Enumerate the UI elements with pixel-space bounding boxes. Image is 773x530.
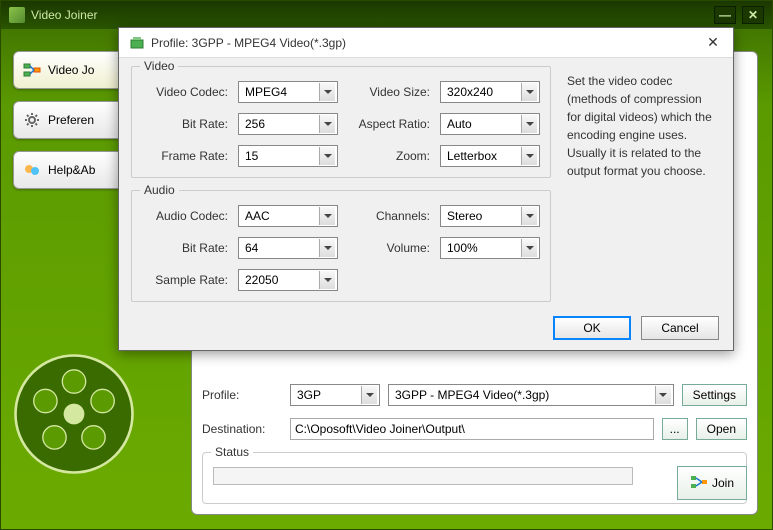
frame-rate-select[interactable]: 15 bbox=[238, 145, 338, 167]
settings-button[interactable]: Settings bbox=[682, 384, 747, 406]
cancel-button[interactable]: Cancel bbox=[641, 316, 719, 340]
audio-bitrate-select[interactable]: 64 bbox=[238, 237, 338, 259]
sidebar-item-label: Video Jo bbox=[48, 63, 94, 77]
join-icon bbox=[690, 474, 708, 493]
profile-label: Profile: bbox=[202, 388, 282, 402]
destination-input[interactable] bbox=[290, 418, 654, 440]
aspect-ratio-select[interactable]: Auto bbox=[440, 113, 540, 135]
dialog-title: Profile: 3GPP - MPEG4 Video(*.3gp) bbox=[151, 36, 346, 50]
help-text: Set the video codec (methods of compress… bbox=[563, 66, 721, 314]
app-icon bbox=[9, 7, 25, 23]
destination-label: Destination: bbox=[202, 422, 282, 436]
chevron-down-icon bbox=[319, 207, 335, 225]
video-size-label: Video Size: bbox=[344, 85, 434, 99]
chevron-down-icon bbox=[319, 83, 335, 101]
status-group: Status bbox=[202, 452, 747, 504]
aspect-ratio-label: Aspect Ratio: bbox=[344, 117, 434, 131]
audio-codec-select[interactable]: AAC bbox=[238, 205, 338, 227]
status-label: Status bbox=[211, 445, 253, 459]
profile-detail-select[interactable]: 3GPP - MPEG4 Video(*.3gp) bbox=[388, 384, 674, 406]
sidebar-item-help[interactable]: Help&Ab bbox=[13, 151, 133, 189]
browse-button[interactable]: ... bbox=[662, 418, 688, 440]
chevron-down-icon bbox=[319, 271, 335, 289]
video-joiner-icon bbox=[22, 60, 42, 80]
video-bitrate-label: Bit Rate: bbox=[142, 117, 232, 131]
open-button[interactable]: Open bbox=[696, 418, 747, 440]
join-button[interactable]: Join bbox=[677, 466, 747, 500]
sidebar-item-preferences[interactable]: Preferen bbox=[13, 101, 133, 139]
chevron-down-icon bbox=[521, 83, 537, 101]
volume-label: Volume: bbox=[344, 241, 434, 255]
video-group-title: Video bbox=[140, 59, 178, 73]
zoom-label: Zoom: bbox=[344, 149, 434, 163]
sample-rate-select[interactable]: 22050 bbox=[238, 269, 338, 291]
ok-button[interactable]: OK bbox=[553, 316, 631, 340]
volume-select[interactable]: 100% bbox=[440, 237, 540, 259]
main-window: Video Joiner — ✕ Video Jo Preferen Help&… bbox=[0, 0, 773, 530]
video-codec-label: Video Codec: bbox=[142, 85, 232, 99]
chevron-down-icon bbox=[319, 147, 335, 165]
chevron-down-icon bbox=[521, 147, 537, 165]
video-size-select[interactable]: 320x240 bbox=[440, 81, 540, 103]
video-bitrate-select[interactable]: 256 bbox=[238, 113, 338, 135]
zoom-select[interactable]: Letterbox bbox=[440, 145, 540, 167]
chevron-down-icon bbox=[521, 115, 537, 133]
app-title: Video Joiner bbox=[31, 8, 98, 22]
close-button[interactable]: ✕ bbox=[742, 6, 764, 24]
audio-group: Audio Audio Codec: AAC Channels: Stereo … bbox=[131, 190, 551, 302]
titlebar: Video Joiner — ✕ bbox=[1, 1, 772, 29]
video-codec-select[interactable]: MPEG4 bbox=[238, 81, 338, 103]
channels-select[interactable]: Stereo bbox=[440, 205, 540, 227]
sample-rate-label: Sample Rate: bbox=[142, 273, 232, 287]
frame-rate-label: Frame Rate: bbox=[142, 149, 232, 163]
audio-group-title: Audio bbox=[140, 183, 179, 197]
film-reel-decoration bbox=[9, 349, 139, 479]
video-group: Video Video Codec: MPEG4 Video Size: 320… bbox=[131, 66, 551, 178]
profile-dialog: Profile: 3GPP - MPEG4 Video(*.3gp) ✕ Vid… bbox=[118, 27, 734, 351]
audio-bitrate-label: Bit Rate: bbox=[142, 241, 232, 255]
chevron-down-icon bbox=[521, 239, 537, 257]
profile-icon bbox=[129, 35, 145, 51]
chevron-down-icon bbox=[319, 239, 335, 257]
sidebar-item-label: Preferen bbox=[48, 113, 94, 127]
dialog-titlebar: Profile: 3GPP - MPEG4 Video(*.3gp) ✕ bbox=[119, 28, 733, 58]
sidebar-item-video-joiner[interactable]: Video Jo bbox=[13, 51, 133, 89]
help-icon bbox=[22, 160, 42, 180]
minimize-button[interactable]: — bbox=[714, 6, 736, 24]
channels-label: Channels: bbox=[344, 209, 434, 223]
audio-codec-label: Audio Codec: bbox=[142, 209, 232, 223]
chevron-down-icon bbox=[361, 386, 377, 404]
gear-icon bbox=[22, 110, 42, 130]
sidebar: Video Jo Preferen Help&Ab bbox=[13, 51, 133, 201]
sidebar-item-label: Help&Ab bbox=[48, 163, 95, 177]
progress-bar bbox=[213, 467, 633, 485]
chevron-down-icon bbox=[521, 207, 537, 225]
chevron-down-icon bbox=[655, 386, 671, 404]
dialog-close-button[interactable]: ✕ bbox=[703, 33, 723, 53]
profile-format-select[interactable]: 3GP bbox=[290, 384, 380, 406]
chevron-down-icon bbox=[319, 115, 335, 133]
